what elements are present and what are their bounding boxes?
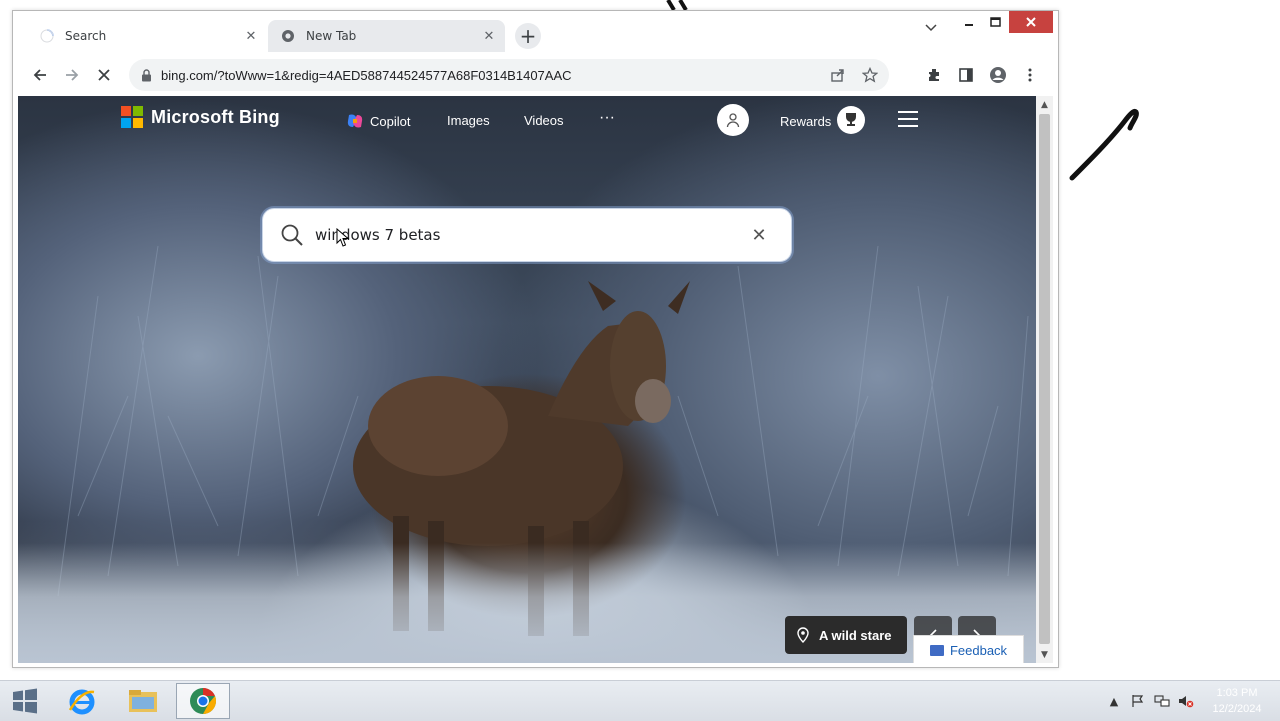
taskbar-file-explorer[interactable] xyxy=(116,683,170,719)
browser-window: Search ✕ New Tab ✕ + bing.com/?toWww=1&r… xyxy=(12,10,1059,668)
location-pin-icon xyxy=(797,627,809,643)
scroll-down-arrow-icon[interactable]: ▼ xyxy=(1036,646,1053,663)
forward-arrow-icon[interactable] xyxy=(59,62,85,88)
desktop-ink-stroke xyxy=(1069,109,1139,181)
tab-search[interactable]: Search ✕ xyxy=(27,19,267,53)
taskbar-internet-explorer[interactable] xyxy=(55,683,109,719)
scrollbar-thumb[interactable] xyxy=(1039,114,1050,644)
taskbar-chrome[interactable] xyxy=(176,683,230,719)
lock-icon[interactable] xyxy=(139,68,153,82)
stop-loading-icon[interactable] xyxy=(91,62,117,88)
loading-spinner-icon xyxy=(39,28,55,44)
nav-videos[interactable]: Videos xyxy=(524,113,564,128)
tab-search-dropdown-icon[interactable] xyxy=(921,17,941,39)
maximize-button[interactable] xyxy=(982,11,1008,33)
tab-title: Search xyxy=(65,29,107,43)
brand-name: Microsoft Bing xyxy=(151,106,280,127)
side-panel-icon[interactable] xyxy=(953,62,979,88)
page-viewport: Microsoft Bing Copilot Images Videos ··· xyxy=(18,96,1036,663)
tab-title: New Tab xyxy=(306,29,357,43)
search-icon[interactable] xyxy=(279,222,305,248)
network-icon[interactable] xyxy=(1154,693,1170,709)
kebab-menu-icon[interactable] xyxy=(1017,62,1043,88)
show-hidden-icons-icon[interactable]: ▲ xyxy=(1106,693,1122,709)
bing-header: Microsoft Bing Copilot Images Videos ··· xyxy=(18,96,1036,146)
clock-date: 12/2/2024 xyxy=(1212,703,1262,715)
tab-new-tab[interactable]: New Tab ✕ xyxy=(268,20,505,52)
more-dots-icon: ··· xyxy=(599,109,615,126)
nav-copilot[interactable]: Copilot xyxy=(346,113,410,129)
share-icon[interactable] xyxy=(825,62,851,88)
windows-logo-icon xyxy=(13,688,37,714)
clear-search-icon[interactable]: ✕ xyxy=(747,223,771,247)
tab-strip: Search ✕ New Tab ✕ + xyxy=(13,11,1058,53)
action-center-flag-icon[interactable] xyxy=(1130,693,1146,709)
url-text[interactable]: bing.com/?toWww=1&redig=4AED588744524577… xyxy=(161,68,825,83)
internet-explorer-icon xyxy=(68,689,95,715)
system-clock[interactable]: 1:03 PM 12/2/2024 xyxy=(1204,685,1270,717)
nav-more[interactable]: ··· xyxy=(599,109,615,127)
copilot-icon xyxy=(347,114,363,128)
image-caption-button[interactable]: A wild stare xyxy=(785,616,908,654)
mouse-cursor-icon xyxy=(336,228,350,247)
profile-icon[interactable] xyxy=(985,62,1011,88)
extensions-icon[interactable] xyxy=(921,62,947,88)
feedback-icon xyxy=(929,644,944,656)
microsoft-logo-icon xyxy=(121,106,143,128)
chrome-icon xyxy=(190,688,216,714)
sign-in-avatar-button[interactable] xyxy=(717,104,749,136)
folder-icon xyxy=(129,690,157,712)
back-arrow-icon[interactable] xyxy=(27,62,53,88)
page-scrollbar[interactable]: ▲ ▼ xyxy=(1036,96,1053,663)
close-window-button[interactable] xyxy=(1009,11,1053,33)
close-tab-icon[interactable]: ✕ xyxy=(241,26,261,46)
volume-muted-icon[interactable] xyxy=(1178,693,1194,709)
hamburger-menu-icon[interactable] xyxy=(898,111,918,127)
address-bar[interactable]: bing.com/?toWww=1&redig=4AED588744524577… xyxy=(129,59,889,91)
scroll-up-arrow-icon[interactable]: ▲ xyxy=(1036,96,1053,113)
bookmark-star-icon[interactable] xyxy=(857,62,883,88)
start-button[interactable] xyxy=(8,687,42,715)
rewards-label[interactable]: Rewards xyxy=(780,114,831,129)
chrome-icon xyxy=(280,28,296,44)
nav-images-label: Images xyxy=(447,113,490,128)
feedback-label: Feedback xyxy=(949,642,1008,658)
windows-taskbar: ▲ 1:03 PM 12/2/2024 xyxy=(0,680,1280,721)
nav-copilot-label: Copilot xyxy=(370,113,411,129)
bing-logo[interactable]: Microsoft Bing xyxy=(121,106,280,128)
search-input[interactable] xyxy=(313,225,747,245)
close-tab-icon[interactable]: ✕ xyxy=(479,26,499,46)
nav-images[interactable]: Images xyxy=(447,113,490,128)
clock-time: 1:03 PM xyxy=(1216,687,1258,699)
browser-toolbar: bing.com/?toWww=1&redig=4AED588744524577… xyxy=(13,53,1058,96)
user-icon xyxy=(726,113,740,128)
new-tab-button[interactable]: + xyxy=(515,23,541,49)
rewards-trophy-icon[interactable] xyxy=(837,106,865,134)
image-caption-text: A wild stare xyxy=(819,627,892,643)
nav-videos-label: Videos xyxy=(524,113,564,128)
minimize-button[interactable] xyxy=(956,11,982,33)
feedback-button[interactable]: Feedback xyxy=(913,635,1024,663)
